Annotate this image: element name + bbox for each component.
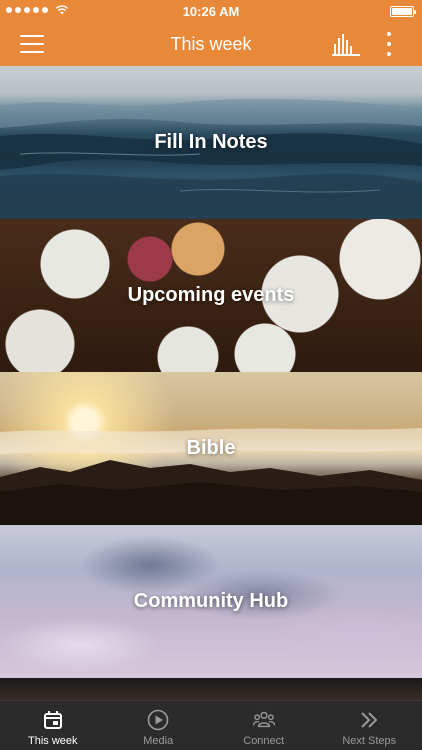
menu-icon[interactable] [20, 35, 44, 53]
status-time: 10:26 AM [182, 3, 240, 19]
double-chevron-icon [358, 709, 380, 731]
signal-dot [24, 7, 30, 13]
signal-dot [33, 7, 39, 13]
tile-label: Community Hub [133, 590, 289, 612]
tab-this-week[interactable]: This week [0, 701, 106, 750]
tile-bible[interactable]: Bible [0, 372, 422, 525]
bottom-tab-bar: This week Media Connect Next Steps [0, 700, 422, 750]
top-nav-bar: This week [0, 22, 422, 66]
signal-dot [42, 7, 48, 13]
more-options-icon[interactable] [386, 32, 392, 56]
tile-label: Upcoming events [127, 284, 295, 306]
tile-next-partial[interactable] [0, 678, 422, 700]
people-icon [252, 709, 275, 731]
tile-fill-in-notes[interactable]: Fill In Notes [0, 66, 422, 219]
status-bar: 10:26 AM [0, 0, 422, 22]
tile-community-hub[interactable]: Community Hub [0, 525, 422, 678]
tile-image [0, 678, 422, 700]
tab-next-steps[interactable]: Next Steps [317, 701, 422, 750]
tab-label: Next Steps [342, 735, 397, 747]
content-tiles: Fill In Notes Upcoming events Bible Comm… [0, 66, 422, 700]
tile-label: Bible [186, 437, 236, 459]
play-circle-icon [147, 709, 169, 731]
signal-dot [6, 7, 12, 13]
tab-media[interactable]: Media [106, 701, 212, 750]
signal-dot [15, 7, 21, 13]
tab-label: Media [143, 735, 174, 747]
audio-bars-icon[interactable] [332, 34, 360, 56]
wifi-icon [55, 5, 69, 15]
tile-upcoming-events[interactable]: Upcoming events [0, 219, 422, 372]
tile-label: Fill In Notes [154, 131, 268, 153]
signal-indicator [6, 5, 69, 15]
tab-label: Connect [243, 735, 285, 747]
tab-connect[interactable]: Connect [211, 701, 317, 750]
tab-label: This week [27, 735, 78, 747]
battery-icon [390, 6, 416, 17]
page-title: This week [170, 33, 252, 54]
calendar-icon [42, 709, 64, 731]
